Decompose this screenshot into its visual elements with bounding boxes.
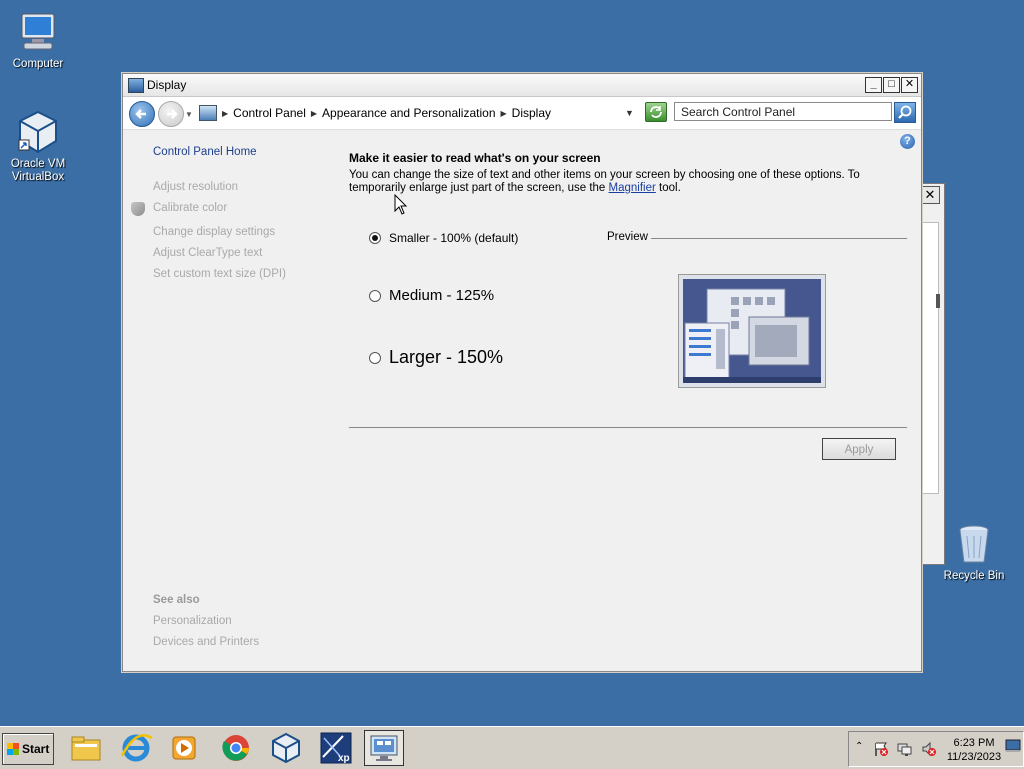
breadcrumb-arrow-icon[interactable]: ▶	[222, 109, 228, 118]
file-explorer-icon	[71, 736, 101, 761]
background-window-scrollbar[interactable]	[936, 294, 940, 308]
show-desktop-icon[interactable]	[1005, 738, 1021, 754]
taskbar-file-explorer[interactable]	[66, 730, 106, 766]
content-divider	[349, 427, 907, 428]
address-dropdown[interactable]: ▼	[625, 108, 634, 118]
desktop-icon-recycle-bin[interactable]: Recycle Bin	[936, 522, 1012, 583]
preview-label: Preview	[607, 231, 648, 243]
preview-image	[678, 274, 826, 388]
see-also-heading: See also	[153, 594, 200, 606]
recycle-bin-icon	[952, 522, 996, 566]
search-icon	[898, 105, 912, 119]
option-medium-label[interactable]: Medium - 125%	[389, 287, 494, 304]
computer-icon	[16, 10, 60, 54]
help-icon[interactable]: ?	[900, 134, 915, 149]
virtualbox-icon	[272, 732, 300, 764]
option-larger-label[interactable]: Larger - 150%	[389, 347, 503, 368]
option-medium[interactable]: Medium - 125%	[369, 287, 494, 304]
calibrate-color-link[interactable]: Calibrate color	[153, 202, 227, 214]
taskbar-internet-explorer[interactable]	[116, 730, 156, 766]
start-label: Start	[22, 742, 50, 756]
description-text-end: tool.	[655, 182, 681, 194]
window-title: Display	[147, 78, 187, 92]
address-bar: ▼ ▶ Control Panel ▶ Appearance and Perso…	[123, 97, 921, 130]
display-settings-icon	[370, 735, 398, 761]
desktop-icon-label: Computer	[12, 58, 64, 70]
background-window[interactable]: ✕	[918, 183, 945, 565]
page-description: You can change the size of text and othe…	[349, 169, 899, 195]
change-display-settings-link[interactable]: Change display settings	[153, 226, 275, 238]
adjust-resolution-link[interactable]: Adjust resolution	[153, 181, 238, 193]
network-icon[interactable]	[897, 741, 913, 757]
radio-larger[interactable]	[369, 351, 381, 364]
page-title: Make it easier to read what's on your sc…	[349, 151, 601, 165]
desktop-icon-computer[interactable]: Computer	[0, 10, 76, 71]
search-button[interactable]	[894, 102, 916, 123]
radio-smaller[interactable]	[369, 232, 381, 244]
internet-explorer-icon	[120, 734, 153, 762]
windows-logo-icon	[7, 743, 19, 755]
taskbar-xp-mode[interactable]: xp	[316, 730, 356, 766]
apply-button[interactable]: Apply	[822, 438, 896, 460]
title-bar[interactable]: Display _ □ ✕	[123, 74, 921, 97]
taskbar-display-settings[interactable]	[364, 730, 404, 766]
back-arrow-icon	[135, 109, 146, 119]
action-center-flag-icon[interactable]	[873, 741, 889, 757]
adjust-cleartype-link[interactable]: Adjust ClearType text	[153, 247, 262, 259]
breadcrumb-arrow-icon[interactable]: ▶	[311, 109, 317, 118]
recent-pages-dropdown[interactable]: ▼	[185, 110, 193, 119]
media-player-icon	[172, 736, 196, 760]
forward-button[interactable]	[158, 101, 184, 127]
shield-icon	[131, 202, 145, 216]
mouse-cursor-icon	[394, 194, 408, 215]
refresh-icon	[650, 106, 662, 118]
taskbar: Start xp ⌃ 6:23 PM 11/23/2023	[0, 726, 1024, 769]
refresh-button[interactable]	[645, 102, 667, 122]
description-text: You can change the size of text and othe…	[349, 169, 860, 194]
set-custom-text-size-link[interactable]: Set custom text size (DPI)	[153, 268, 286, 280]
control-panel-home-link[interactable]: Control Panel Home	[153, 146, 257, 158]
option-larger[interactable]: Larger - 150%	[369, 347, 503, 368]
breadcrumb-appearance[interactable]: Appearance and Personalization	[322, 106, 495, 120]
magnifier-link[interactable]: Magnifier	[609, 182, 656, 194]
maximize-button[interactable]: □	[883, 77, 900, 93]
control-panel-icon	[199, 105, 217, 121]
background-window-close-button[interactable]: ✕	[920, 186, 940, 204]
clock-time: 6:23 PM	[953, 737, 995, 749]
system-tray: ⌃ 6:23 PM 11/23/2023	[848, 731, 1024, 767]
taskbar-media-player[interactable]	[164, 730, 204, 766]
forward-arrow-icon	[167, 109, 178, 119]
option-smaller[interactable]: Smaller - 100% (default)	[369, 231, 518, 245]
display-window: Display _ □ ✕ ▼ ▶ Control Panel ▶ Appear…	[122, 73, 922, 672]
preview-divider	[651, 238, 907, 239]
chrome-icon	[222, 735, 249, 761]
radio-medium[interactable]	[369, 289, 381, 302]
desktop-icon-label: Recycle Bin	[943, 570, 1005, 582]
search-input[interactable]: Search Control Panel	[674, 102, 892, 121]
back-button[interactable]	[129, 101, 155, 127]
desktop-icon-virtualbox[interactable]: Oracle VM VirtualBox	[0, 110, 76, 184]
option-smaller-label[interactable]: Smaller - 100% (default)	[389, 231, 518, 245]
start-button[interactable]: Start	[2, 733, 54, 765]
breadcrumb-control-panel[interactable]: Control Panel	[233, 106, 306, 120]
svg-text:xp: xp	[338, 753, 350, 764]
taskbar-virtualbox[interactable]	[266, 730, 306, 766]
volume-muted-icon[interactable]	[921, 741, 937, 757]
desktop-preview-icon	[683, 279, 821, 383]
display-window-icon	[128, 78, 144, 93]
breadcrumb[interactable]: ▶ Control Panel ▶ Appearance and Persona…	[199, 103, 637, 123]
close-button[interactable]: ✕	[901, 77, 918, 93]
breadcrumb-display[interactable]: Display	[512, 106, 551, 120]
personalization-link[interactable]: Personalization	[153, 615, 232, 627]
devices-and-printers-link[interactable]: Devices and Printers	[153, 636, 259, 648]
taskbar-chrome[interactable]	[216, 730, 256, 766]
virtualbox-icon	[16, 110, 60, 154]
breadcrumb-arrow-icon[interactable]: ▶	[501, 109, 507, 118]
clock[interactable]: 6:23 PM 11/23/2023	[944, 736, 1004, 764]
clock-date: 11/23/2023	[946, 751, 1002, 763]
minimize-button[interactable]: _	[865, 77, 882, 93]
show-hidden-icons-icon[interactable]: ⌃	[855, 741, 863, 752]
xp-mode-icon: xp	[320, 732, 352, 764]
desktop-icon-label: Oracle VM VirtualBox	[10, 158, 66, 183]
